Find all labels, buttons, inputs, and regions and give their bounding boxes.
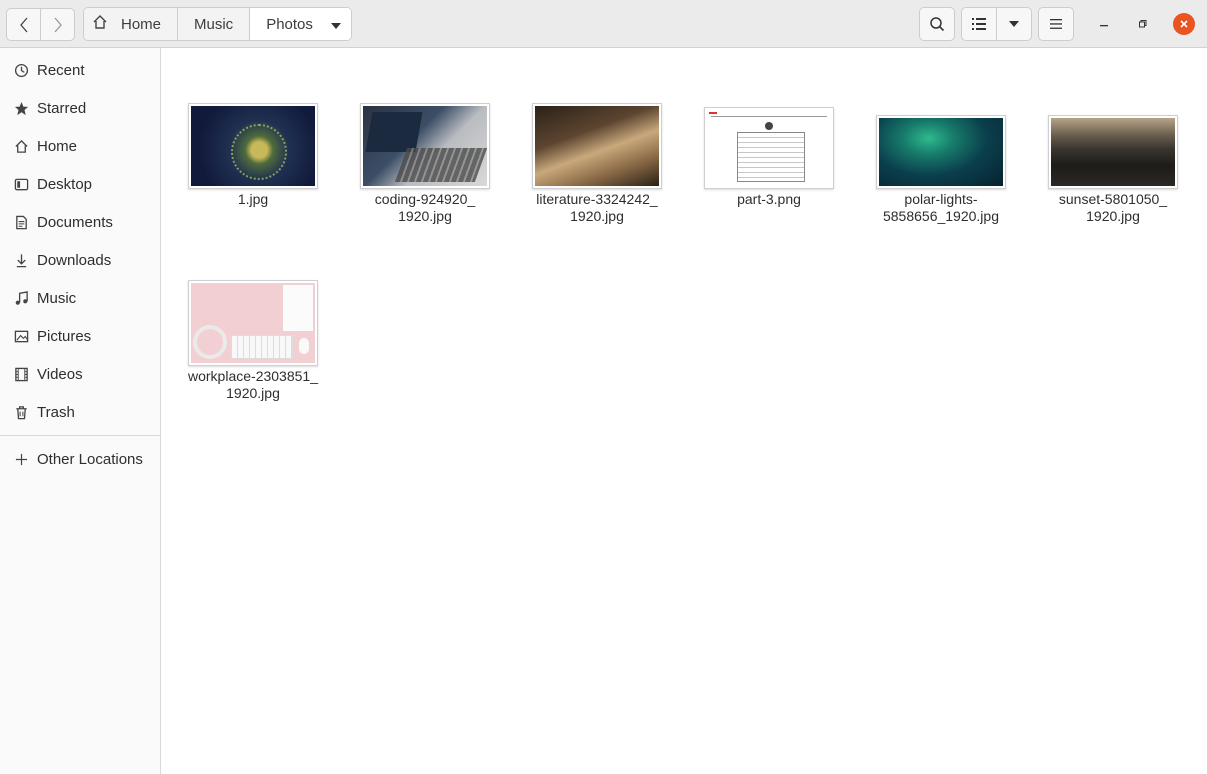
hamburger-icon bbox=[1050, 19, 1062, 29]
file-name: part-3.png bbox=[737, 191, 801, 207]
sidebar-item-other-locations[interactable]: Other Locations bbox=[0, 440, 160, 478]
sidebar-item-label: Documents bbox=[37, 213, 113, 231]
file-name: literature-3324242_ 1920.jpg bbox=[536, 191, 658, 224]
video-icon bbox=[12, 367, 30, 382]
file-thumbnail bbox=[1048, 115, 1178, 189]
file-thumbnail bbox=[188, 280, 318, 366]
sidebar-item-label: Downloads bbox=[37, 251, 112, 269]
file-name: 1.jpg bbox=[237, 191, 269, 207]
file-name: polar-lights- 5858656_1920.jpg bbox=[882, 191, 999, 224]
sidebar-item-label: Music bbox=[37, 289, 77, 307]
sidebar-item-starred[interactable]: Starred bbox=[0, 89, 160, 127]
file-thumbnail bbox=[188, 103, 318, 189]
minimize-button[interactable] bbox=[1093, 13, 1115, 35]
back-button[interactable] bbox=[6, 8, 41, 41]
download-icon bbox=[12, 253, 30, 268]
trash-icon bbox=[12, 405, 30, 420]
sidebar-item-label: Trash bbox=[37, 403, 75, 421]
search-icon bbox=[930, 17, 945, 32]
view-options-button[interactable] bbox=[996, 7, 1032, 41]
close-button[interactable] bbox=[1173, 13, 1195, 35]
file-item[interactable]: coding-924920_ 1920.jpg bbox=[345, 103, 505, 225]
breadcrumb-label: Home bbox=[121, 15, 162, 33]
file-name: sunset-5801050_ 1920.jpg bbox=[1058, 191, 1168, 224]
breadcrumb-label: Photos bbox=[266, 15, 313, 33]
music-icon bbox=[12, 290, 30, 306]
sidebar-item-desktop[interactable]: Desktop bbox=[0, 165, 160, 203]
file-grid: 1.jpg coding-924920_ 1920.jpg literature… bbox=[161, 48, 1207, 774]
minimize-icon bbox=[1100, 25, 1108, 27]
maximize-icon bbox=[1139, 20, 1147, 28]
breadcrumb-music[interactable]: Music bbox=[178, 8, 251, 40]
file-thumbnail bbox=[360, 103, 490, 189]
picture-icon bbox=[12, 329, 30, 344]
desktop-icon bbox=[12, 177, 30, 192]
file-item[interactable]: 1.jpg bbox=[173, 103, 333, 208]
sidebar-item-label: Home bbox=[37, 137, 78, 155]
sidebar-item-pictures[interactable]: Pictures bbox=[0, 317, 160, 355]
file-item[interactable]: sunset-5801050_ 1920.jpg bbox=[1033, 115, 1193, 225]
sidebar-item-recent[interactable]: Recent bbox=[0, 51, 160, 89]
sidebar-item-label: Other Locations bbox=[37, 450, 143, 468]
caret-down-icon bbox=[1009, 21, 1019, 27]
file-item[interactable]: literature-3324242_ 1920.jpg bbox=[517, 103, 677, 225]
sidebar-item-label: Starred bbox=[37, 99, 87, 117]
forward-button[interactable] bbox=[40, 8, 75, 41]
sidebar-item-label: Pictures bbox=[37, 327, 92, 345]
sidebar-item-label: Videos bbox=[37, 365, 83, 383]
sidebar-item-music[interactable]: Music bbox=[0, 279, 160, 317]
caret-down-icon[interactable] bbox=[330, 16, 341, 33]
close-icon bbox=[1180, 20, 1188, 28]
path-bar: Home Music Photos bbox=[83, 7, 352, 41]
star-icon bbox=[12, 101, 30, 116]
document-icon bbox=[12, 215, 30, 230]
home-icon bbox=[12, 139, 30, 154]
breadcrumb-label: Music bbox=[194, 15, 234, 33]
sidebar-item-label: Desktop bbox=[37, 175, 93, 193]
header-bar: Home Music Photos bbox=[0, 0, 1207, 48]
view-toggle-button[interactable] bbox=[961, 7, 997, 41]
file-thumbnail bbox=[876, 115, 1006, 189]
sidebar-item-label: Recent bbox=[37, 61, 85, 79]
maximize-button[interactable] bbox=[1132, 13, 1154, 35]
search-button[interactable] bbox=[919, 7, 955, 41]
file-item[interactable]: workplace-2303851_ 1920.jpg bbox=[173, 280, 333, 402]
sidebar-divider bbox=[0, 435, 160, 436]
home-icon bbox=[92, 14, 108, 34]
file-name: workplace-2303851_ 1920.jpg bbox=[188, 368, 318, 401]
sidebar-item-home[interactable]: Home bbox=[0, 127, 160, 165]
sidebar-item-documents[interactable]: Documents bbox=[0, 203, 160, 241]
clock-icon bbox=[12, 63, 30, 78]
list-view-icon bbox=[972, 18, 986, 30]
file-item[interactable]: part-3.png bbox=[689, 107, 849, 208]
file-thumbnail bbox=[532, 103, 662, 189]
sidebar-item-videos[interactable]: Videos bbox=[0, 355, 160, 393]
chevron-left-icon bbox=[19, 17, 27, 32]
plus-icon bbox=[12, 453, 30, 466]
file-name: coding-924920_ 1920.jpg bbox=[374, 191, 476, 224]
chevron-right-icon bbox=[54, 17, 62, 32]
sidebar-item-downloads[interactable]: Downloads bbox=[0, 241, 160, 279]
main-menu-button[interactable] bbox=[1038, 7, 1074, 41]
breadcrumb-home[interactable]: Home bbox=[84, 8, 179, 40]
sidebar: Recent Starred Home Desktop Documents Do… bbox=[0, 48, 161, 774]
sidebar-item-trash[interactable]: Trash bbox=[0, 393, 160, 431]
breadcrumb-photos[interactable]: Photos bbox=[250, 8, 351, 40]
file-item[interactable]: polar-lights- 5858656_1920.jpg bbox=[861, 115, 1021, 225]
file-thumbnail bbox=[704, 107, 834, 189]
